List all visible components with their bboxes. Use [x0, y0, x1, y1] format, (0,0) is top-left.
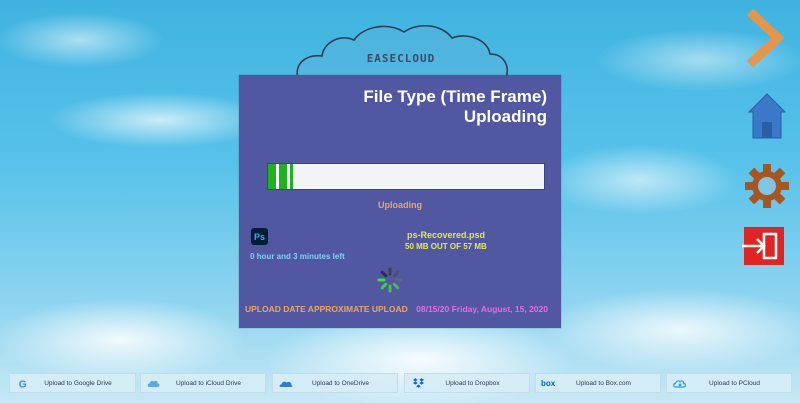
- file-size-progress: 50 MB OUT OF 57 MB: [405, 242, 487, 251]
- upload-google-drive-button[interactable]: G Upload to Google Drive: [9, 373, 136, 393]
- upload-google-drive-label: Upload to Google Drive: [44, 379, 112, 387]
- home-button[interactable]: [747, 92, 787, 140]
- upload-pcloud-label: Upload to PCloud: [709, 379, 760, 387]
- pcloud-icon: [672, 379, 688, 388]
- upload-panel: File Type (Time Frame) Uploading Uploadi…: [239, 75, 561, 328]
- svg-text:G: G: [18, 379, 26, 389]
- upload-pcloud-button[interactable]: Upload to PCloud: [666, 373, 792, 393]
- upload-box-label: Upload to Box.com: [576, 379, 631, 387]
- upload-date-label: UPLOAD DATE APPROXIMATE UPLOAD: [245, 304, 408, 314]
- loading-spinner-icon: [377, 267, 403, 293]
- upload-status: Uploading: [378, 200, 422, 210]
- box-icon: box: [541, 379, 557, 387]
- cloud-icon: [296, 25, 508, 79]
- dropbox-icon: [410, 378, 426, 388]
- next-button[interactable]: [744, 8, 786, 68]
- progress-bar: [267, 163, 545, 190]
- gear-icon: [745, 164, 789, 208]
- exit-icon: [742, 227, 784, 265]
- svg-text:box: box: [541, 379, 556, 387]
- time-remaining: 0 hour and 3 minutes left: [250, 252, 345, 261]
- photoshop-file-icon: Ps: [251, 228, 268, 245]
- home-icon: [747, 93, 787, 139]
- brand-cloud: EASECLOUD: [292, 22, 510, 80]
- upload-dropbox-button[interactable]: Upload to Dropbox: [404, 373, 530, 393]
- progress-fill: [268, 164, 293, 189]
- upload-box-button[interactable]: box Upload to Box.com: [535, 373, 661, 393]
- upload-onedrive-label: Upload to OneDrive: [311, 379, 370, 387]
- exit-button[interactable]: [740, 226, 786, 266]
- google-icon: G: [15, 378, 31, 389]
- upload-destinations-bar: G Upload to Google Drive Upload to iClou…: [0, 373, 800, 393]
- upload-icloud-label: Upload to iCloud Drive: [175, 379, 242, 387]
- icloud-icon: [146, 379, 162, 388]
- upload-icloud-button[interactable]: Upload to iCloud Drive: [140, 373, 266, 393]
- chevron-right-icon: [746, 8, 785, 68]
- panel-title: File Type (Time Frame) Uploading: [363, 87, 547, 126]
- onedrive-icon: [278, 379, 294, 388]
- upload-date-value: 08/15/20 Friday, August, 15, 2020: [416, 304, 548, 314]
- settings-button[interactable]: [744, 163, 790, 209]
- file-name: ps-Recovered.psd: [407, 230, 486, 240]
- brand-title: EASECLOUD: [366, 52, 436, 65]
- upload-date-row: UPLOAD DATE APPROXIMATE UPLOAD 08/15/20 …: [245, 304, 548, 314]
- upload-onedrive-button[interactable]: Upload to OneDrive: [272, 373, 398, 393]
- upload-dropbox-label: Upload to Dropbox: [445, 379, 500, 387]
